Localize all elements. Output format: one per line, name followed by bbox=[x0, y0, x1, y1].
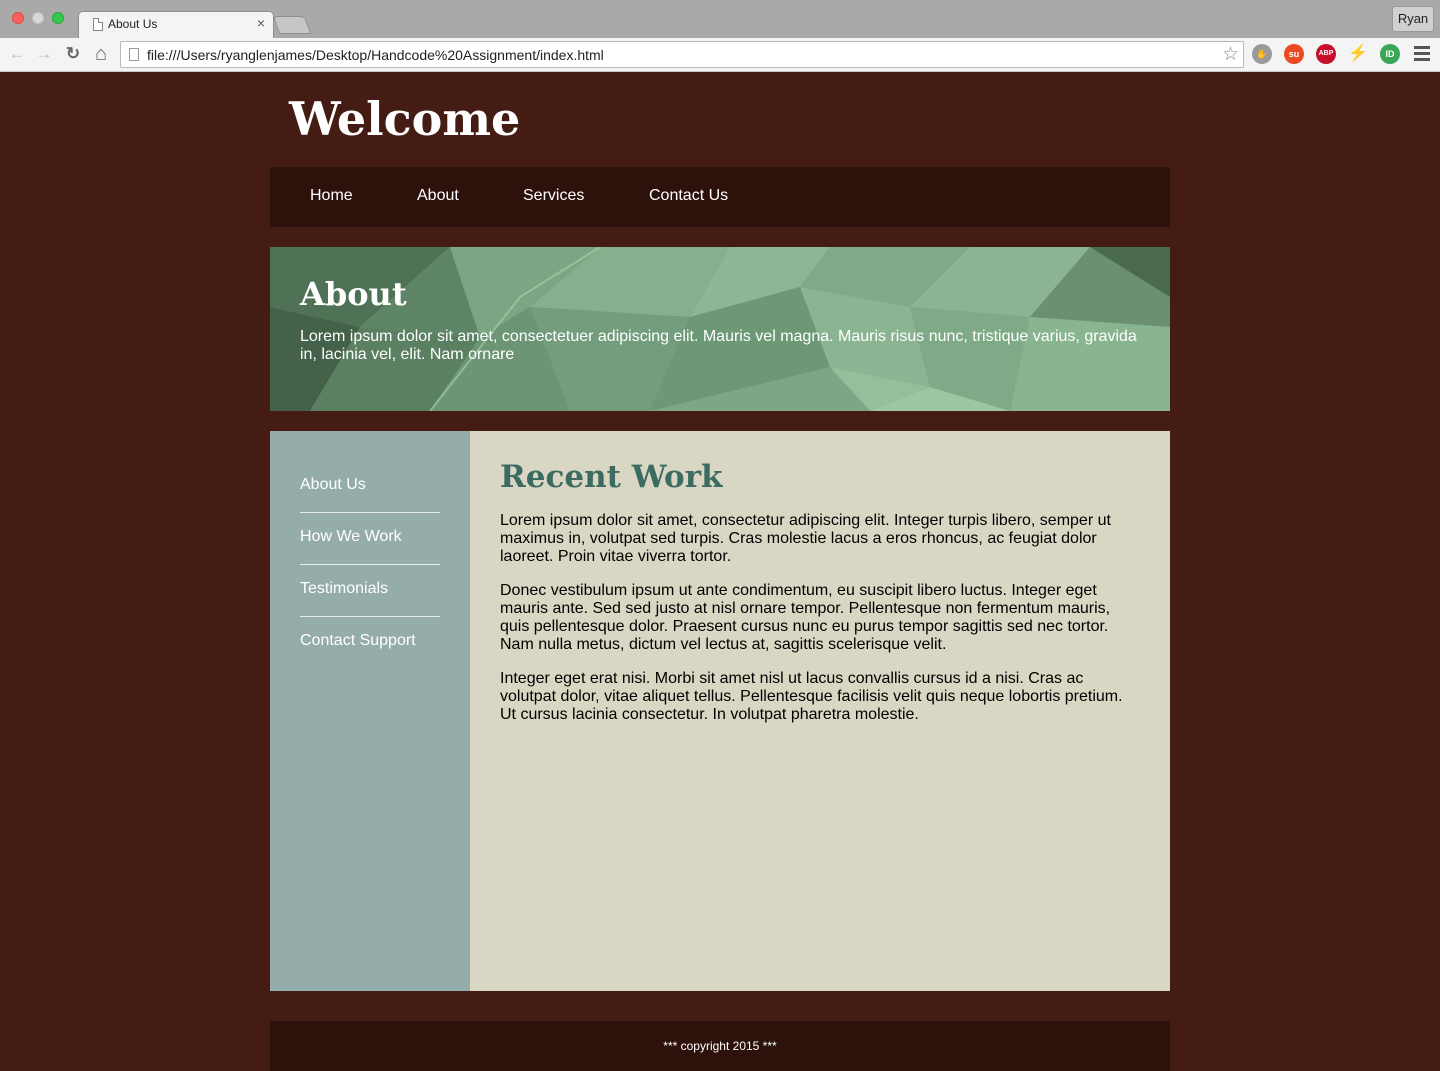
main-content: Recent Work Lorem ipsum dolor sit amet, … bbox=[470, 431, 1170, 991]
abp-extension-icon[interactable]: ABP bbox=[1316, 44, 1336, 64]
browser-tab-strip: About Us × Ryan bbox=[0, 0, 1440, 38]
sidebar-divider bbox=[300, 512, 440, 513]
browser-toolbar: ← → ↻ ⌂ file:///Users/ryanglenjames/Desk… bbox=[0, 38, 1440, 72]
main-paragraph: Integer eget erat nisi. Morbi sit amet n… bbox=[500, 670, 1123, 723]
document-icon bbox=[93, 18, 103, 31]
back-arrow-icon[interactable]: ← bbox=[6, 43, 28, 65]
adblock-extension-icon[interactable]: ✋ bbox=[1252, 44, 1272, 64]
lightning-extension-icon[interactable]: ⚡ bbox=[1348, 44, 1368, 64]
tab-title: About Us bbox=[108, 17, 158, 31]
home-icon[interactable]: ⌂ bbox=[90, 43, 112, 65]
sidebar-link-testimonials[interactable]: Testimonials bbox=[300, 580, 440, 598]
forward-arrow-icon[interactable]: → bbox=[33, 43, 55, 65]
nav-home-link[interactable]: Home bbox=[310, 187, 353, 205]
main-paragraph: Donec vestibulum ipsum ut ante condiment… bbox=[500, 582, 1111, 653]
sidebar-link-contact-support[interactable]: Contact Support bbox=[300, 632, 440, 650]
main-nav: Home About Services Contact Us bbox=[270, 167, 1170, 227]
hero-banner: About Lorem ipsum dolor sit amet, consec… bbox=[270, 247, 1170, 411]
minimize-window-button[interactable] bbox=[32, 12, 44, 24]
sidebar-divider bbox=[300, 616, 440, 617]
id-extension-icon[interactable]: ID bbox=[1380, 44, 1400, 64]
site-title: Welcome bbox=[289, 92, 521, 146]
hero-title: About bbox=[300, 275, 407, 313]
new-tab-button[interactable] bbox=[272, 16, 312, 34]
footer: *** copyright 2015 *** bbox=[270, 1021, 1170, 1071]
hamburger-menu-icon[interactable] bbox=[1414, 46, 1430, 64]
stumbleupon-extension-icon[interactable]: su bbox=[1284, 44, 1304, 64]
hero-text: Lorem ipsum dolor sit amet, consectetuer… bbox=[300, 328, 1137, 363]
reload-icon[interactable]: ↻ bbox=[62, 43, 84, 65]
sidebar-link-about-us[interactable]: About Us bbox=[300, 476, 440, 494]
close-window-button[interactable] bbox=[12, 12, 24, 24]
close-tab-icon[interactable]: × bbox=[257, 15, 265, 31]
browser-tab[interactable]: About Us × bbox=[78, 11, 274, 38]
address-bar[interactable]: file:///Users/ryanglenjames/Desktop/Hand… bbox=[120, 41, 1244, 68]
page-icon bbox=[129, 48, 139, 61]
nav-contact-link[interactable]: Contact Us bbox=[649, 187, 728, 205]
copyright-text: *** copyright 2015 *** bbox=[663, 1039, 777, 1053]
nav-services-link[interactable]: Services bbox=[523, 187, 584, 205]
sidebar: About Us How We Work Testimonials Contac… bbox=[270, 431, 470, 991]
zoom-window-button[interactable] bbox=[52, 12, 64, 24]
main-paragraph: Lorem ipsum dolor sit amet, consectetur … bbox=[500, 512, 1111, 565]
content-area: About Us How We Work Testimonials Contac… bbox=[270, 431, 1170, 991]
nav-about-link[interactable]: About bbox=[417, 187, 459, 205]
bookmark-star-icon[interactable]: ☆ bbox=[1222, 43, 1239, 66]
sidebar-link-how-we-work[interactable]: How We Work bbox=[300, 528, 440, 546]
sidebar-divider bbox=[300, 564, 440, 565]
main-title: Recent Work bbox=[500, 459, 723, 495]
address-url[interactable]: file:///Users/ryanglenjames/Desktop/Hand… bbox=[147, 47, 604, 63]
profile-button[interactable]: Ryan bbox=[1392, 6, 1434, 32]
